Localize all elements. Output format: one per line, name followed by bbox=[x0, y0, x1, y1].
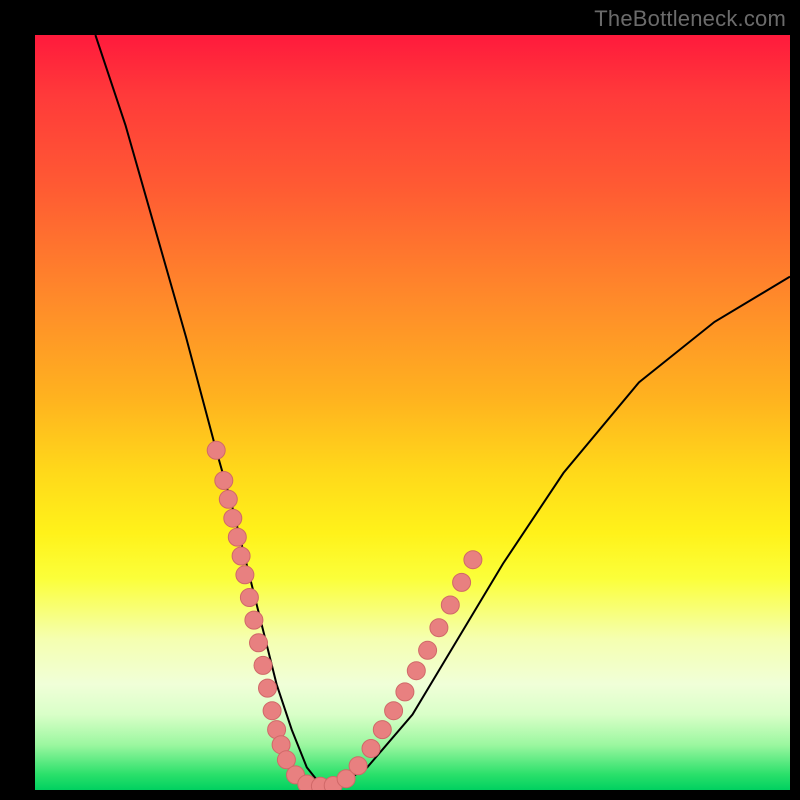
data-points-left bbox=[207, 441, 295, 769]
data-point bbox=[215, 472, 233, 490]
data-point bbox=[419, 641, 437, 659]
data-point bbox=[240, 589, 258, 607]
watermark-text: TheBottleneck.com bbox=[594, 6, 786, 32]
chart-frame: TheBottleneck.com bbox=[0, 0, 800, 800]
data-points-bottom bbox=[287, 757, 368, 790]
data-point bbox=[373, 721, 391, 739]
data-point bbox=[362, 740, 380, 758]
curve-line bbox=[95, 35, 790, 786]
data-point bbox=[245, 611, 263, 629]
data-point bbox=[232, 547, 250, 565]
data-point bbox=[464, 551, 482, 569]
data-points-right bbox=[362, 551, 482, 758]
data-point bbox=[228, 528, 246, 546]
data-point bbox=[254, 656, 272, 674]
data-point bbox=[430, 619, 448, 637]
data-point bbox=[207, 441, 225, 459]
data-point bbox=[263, 702, 281, 720]
bottleneck-curve bbox=[95, 35, 790, 786]
data-point bbox=[407, 662, 425, 680]
data-point bbox=[441, 596, 459, 614]
data-point bbox=[224, 509, 242, 527]
data-point bbox=[349, 757, 367, 775]
data-point bbox=[236, 566, 254, 584]
data-point bbox=[396, 683, 414, 701]
data-point bbox=[219, 490, 237, 508]
data-point bbox=[259, 679, 277, 697]
data-point bbox=[250, 634, 268, 652]
chart-plot-area bbox=[35, 35, 790, 790]
data-point bbox=[453, 573, 471, 591]
chart-svg bbox=[35, 35, 790, 790]
data-point bbox=[385, 702, 403, 720]
